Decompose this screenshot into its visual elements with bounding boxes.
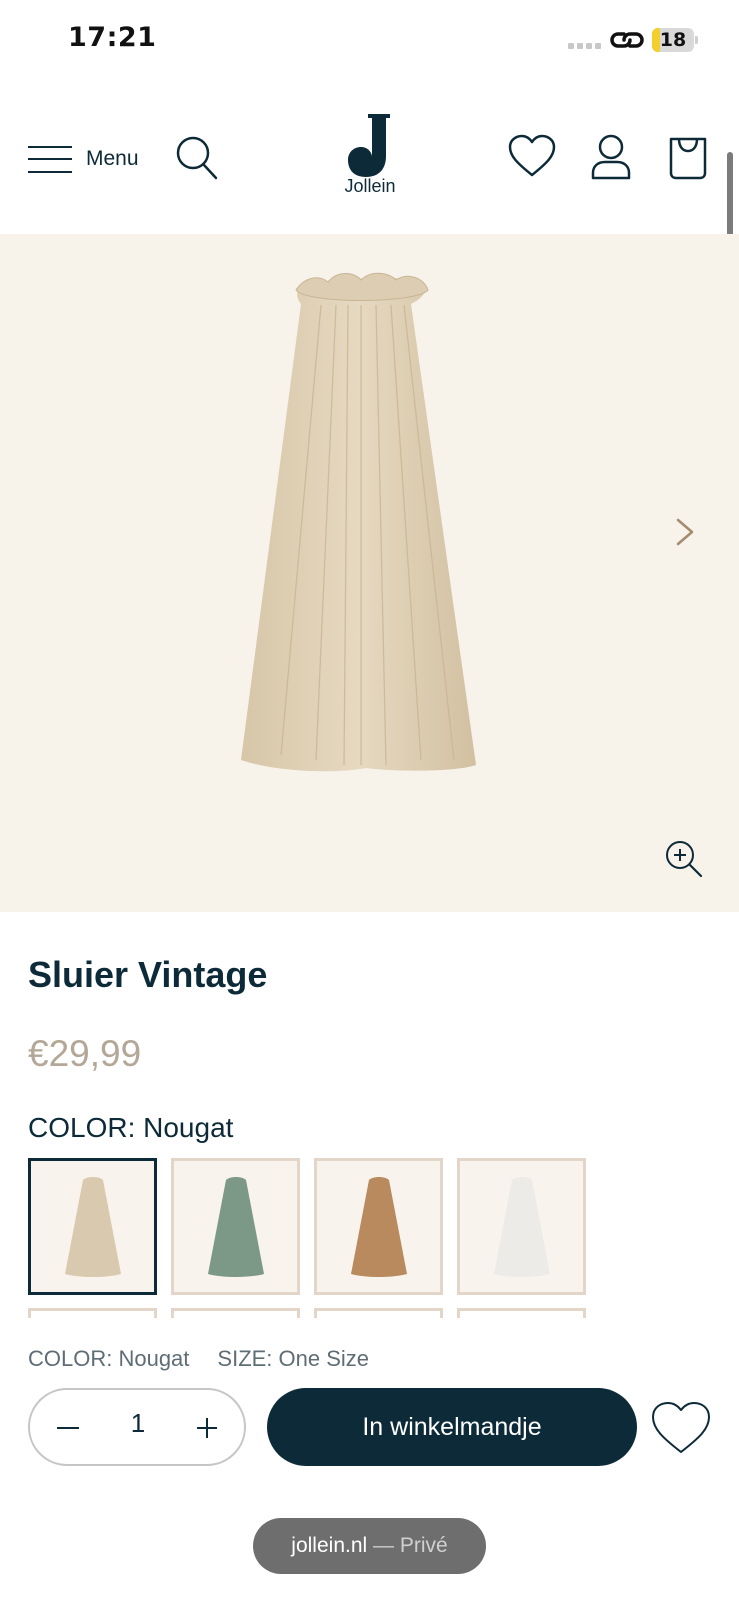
color-summary: COLOR: Nougat	[28, 1346, 190, 1371]
link-icon	[610, 32, 644, 48]
cellular-signal-icon	[568, 43, 601, 49]
product-price: €29,99	[28, 1033, 142, 1074]
quantity-decrease-button[interactable]	[52, 1410, 88, 1446]
browser-private-mode: — Privé	[367, 1534, 448, 1557]
status-time: 17:21	[68, 22, 157, 53]
add-to-cart-button[interactable]: In winkelmandje	[267, 1388, 637, 1466]
logo-mark-icon	[348, 114, 390, 177]
swatch-veil-image	[351, 1177, 407, 1277]
quantity-value[interactable]: 1	[108, 1408, 168, 1439]
swatch-caramel[interactable]	[314, 1158, 443, 1295]
search-icon[interactable]	[175, 135, 219, 181]
swatch-row2-item[interactable]	[171, 1308, 300, 1318]
swatch-white[interactable]	[457, 1158, 586, 1295]
swatch-row2-item[interactable]	[457, 1308, 586, 1318]
brand-logo[interactable]: Jollein	[329, 112, 411, 204]
product-image-gallery[interactable]	[0, 234, 739, 912]
hamburger-icon	[28, 144, 72, 174]
status-bar: 17:21 18	[0, 0, 739, 80]
sticky-add-to-cart-bar: COLOR: Nougat SIZE: One Size 1 In winkelm…	[0, 1318, 739, 1600]
swatch-green[interactable]	[171, 1158, 300, 1295]
wishlist-heart-icon[interactable]	[650, 1400, 712, 1456]
zoom-in-icon[interactable]	[664, 839, 704, 879]
product-title: Sluier Vintage	[28, 954, 268, 995]
heart-icon[interactable]	[507, 133, 557, 179]
color-heading: COLOR: Nougat	[28, 1112, 234, 1143]
battery-indicator: 18	[652, 28, 698, 52]
swatch-veil-image	[208, 1177, 264, 1277]
quantity-increase-button[interactable]	[190, 1410, 226, 1446]
chevron-right-icon[interactable]	[670, 512, 700, 552]
logo-text: Jollein	[344, 176, 396, 196]
shopping-bag-icon[interactable]	[666, 133, 710, 181]
quantity-stepper: 1	[28, 1388, 246, 1466]
browser-domain: jollein.nl	[291, 1534, 368, 1557]
product-image-veil	[241, 272, 476, 772]
swatch-veil-image	[494, 1177, 550, 1277]
battery-level-text: 18	[659, 29, 687, 51]
swatch-nougat[interactable]	[28, 1158, 157, 1295]
menu-label: Menu	[86, 147, 139, 170]
swatch-row2-item[interactable]	[314, 1308, 443, 1318]
browser-url-pill[interactable]: jollein.nl — Privé	[253, 1518, 486, 1574]
selection-summary: COLOR: Nougat SIZE: One Size	[28, 1346, 369, 1372]
swatch-row2-item[interactable]	[28, 1308, 157, 1318]
site-header: Menu Jollein	[0, 80, 739, 234]
account-icon[interactable]	[589, 133, 633, 181]
size-summary: SIZE: One Size	[217, 1346, 370, 1371]
swatch-veil-image	[65, 1177, 121, 1277]
menu-button[interactable]: Menu	[28, 140, 139, 178]
